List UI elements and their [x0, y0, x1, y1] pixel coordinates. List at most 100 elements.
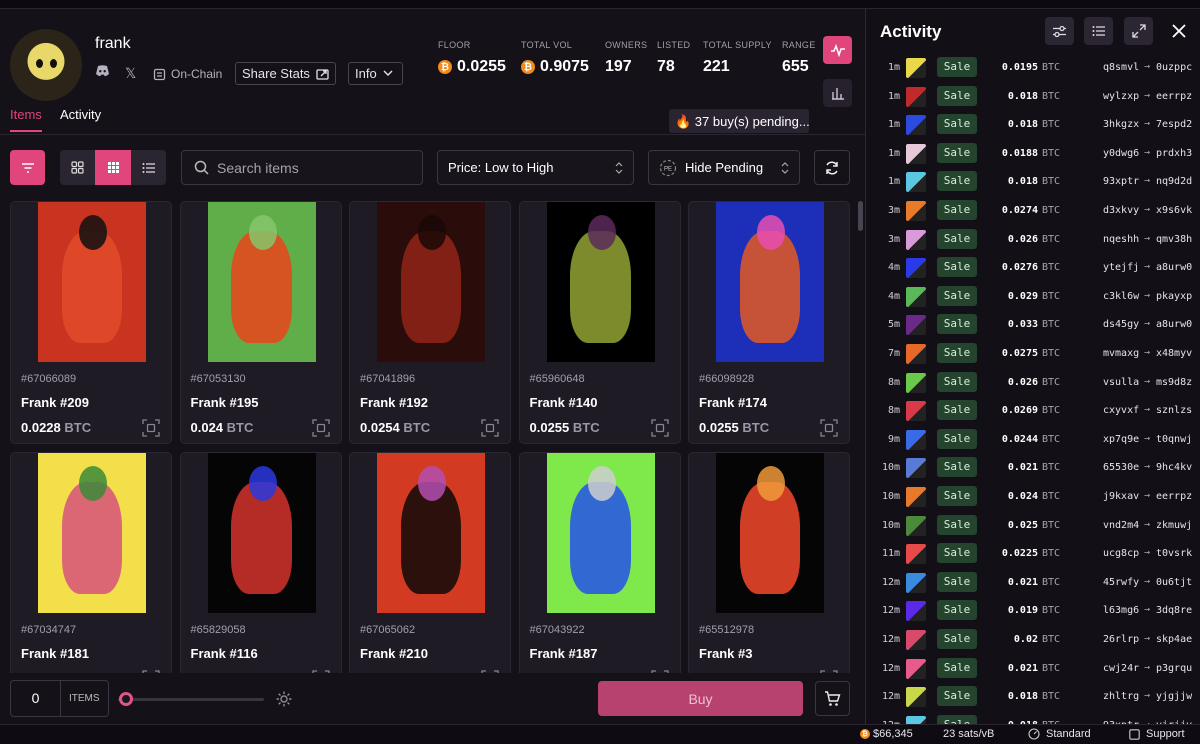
buyer-address[interactable]: zkmuwj [1156, 520, 1192, 531]
buyer-address[interactable]: t0qnwj [1156, 434, 1192, 445]
inspect-icon[interactable] [311, 670, 330, 673]
seller-address[interactable]: y0dwg6 [1103, 148, 1139, 159]
buyer-address[interactable]: 0uzppc [1156, 62, 1192, 73]
activity-row[interactable]: 3m Sale 0.0274 BTC d3xkvy → x9s6vk [866, 197, 1200, 225]
pending-filter-select[interactable]: PE Hide Pending [648, 150, 800, 185]
activity-row[interactable]: 9m Sale 0.0244 BTC xp7q9e → t0qnwj [866, 426, 1200, 454]
inspect-icon[interactable] [650, 670, 669, 673]
buyer-address[interactable]: qmv38h [1156, 234, 1192, 245]
activity-thumbnail[interactable] [906, 544, 926, 565]
item-artwork[interactable] [546, 453, 655, 613]
activity-row[interactable]: 1m Sale 0.018 BTC 3hkgzx → 7espd2 [866, 111, 1200, 139]
item-artwork[interactable] [207, 202, 316, 362]
discord-icon[interactable] [95, 65, 110, 80]
buyer-address[interactable]: skp4ae [1156, 634, 1192, 645]
inspect-icon[interactable] [142, 670, 160, 673]
buyer-address[interactable]: p3grqu [1156, 663, 1192, 674]
item-artwork[interactable] [377, 453, 485, 613]
inspect-icon[interactable] [820, 670, 838, 673]
activity-thumbnail[interactable] [906, 86, 926, 107]
activity-row[interactable]: 12mSale0.018BTC93xptr→vjrjjv [866, 712, 1200, 724]
activity-row[interactable]: 1m Sale 0.0188 BTC y0dwg6 → prdxh3 [866, 140, 1200, 168]
activity-thumbnail[interactable] [906, 229, 926, 250]
activity-row[interactable]: 3m Sale 0.026 BTC nqeshh → qmv38h [866, 226, 1200, 254]
item-artwork[interactable] [38, 453, 146, 613]
buyer-address[interactable]: a8urw0 [1156, 262, 1192, 273]
item-card[interactable]: #65512978 Frank #3 [688, 452, 850, 673]
activity-row[interactable]: 7m Sale 0.0275 BTC mvmaxg → x48myv [866, 340, 1200, 368]
activity-thumbnail[interactable] [906, 58, 926, 78]
seller-address[interactable]: 45rwfy [1103, 577, 1139, 588]
activity-thumbnail[interactable] [906, 515, 926, 536]
item-artwork[interactable] [716, 453, 824, 613]
cart-button[interactable] [815, 681, 850, 716]
seller-address[interactable]: j9kxav [1103, 491, 1139, 502]
activity-thumbnail[interactable] [906, 286, 926, 307]
filter-button[interactable] [10, 150, 45, 185]
seller-address[interactable]: d3xkvy [1103, 205, 1139, 216]
seller-address[interactable]: c3kl6w [1103, 291, 1139, 302]
seller-address[interactable]: nqeshh [1103, 234, 1139, 245]
info-dropdown[interactable]: Info [348, 62, 403, 85]
seller-address[interactable]: q8smvl [1103, 62, 1139, 73]
item-card[interactable]: #67043922 Frank #187 [518, 452, 681, 673]
activity-row[interactable]: 1m Sale 0.018 BTC 93xptr → nq9d2d [866, 168, 1200, 196]
item-card[interactable]: #67065062 Frank #210 [349, 452, 511, 673]
activity-thumbnail[interactable] [906, 401, 926, 422]
buyer-address[interactable]: eerrpz [1156, 91, 1192, 102]
inspect-icon[interactable] [142, 419, 160, 437]
tab-items[interactable]: Items [10, 107, 42, 132]
expand-button[interactable] [1124, 17, 1153, 45]
buyer-address[interactable]: nq9d2d [1156, 176, 1192, 187]
seller-address[interactable]: zhltrg [1103, 691, 1139, 702]
inspect-icon[interactable] [481, 670, 499, 673]
buyer-address[interactable]: sznlzs [1156, 405, 1192, 416]
item-artwork[interactable] [546, 202, 655, 362]
buyer-address[interactable]: prdxh3 [1156, 148, 1192, 159]
seller-address[interactable]: cxyvxf [1103, 405, 1139, 416]
sort-select[interactable]: Price: Low to High [437, 150, 634, 185]
activity-chart-toggle[interactable] [823, 36, 852, 64]
seller-address[interactable]: l63mg6 [1103, 605, 1139, 616]
grid-scrollbar[interactable] [858, 201, 863, 231]
activity-row[interactable]: 12m Sale 0.018 BTC zhltrg → yjgjjw [866, 683, 1200, 711]
activity-thumbnail[interactable] [906, 687, 926, 708]
seller-address[interactable]: 93xptr [1103, 176, 1139, 187]
activity-thumbnail[interactable] [906, 630, 926, 650]
seller-address[interactable]: cwj24r [1103, 663, 1139, 674]
activity-thumbnail[interactable] [906, 658, 926, 679]
item-card[interactable]: #66098928 Frank #174 0.0255 BTC [688, 201, 850, 444]
buyer-address[interactable]: ms9d8z [1156, 377, 1192, 388]
search-input[interactable]: Search items [217, 160, 299, 176]
quantity-box[interactable]: 0 ITEMS [10, 680, 109, 717]
activity-filter-button[interactable] [1045, 17, 1074, 45]
inspect-icon[interactable] [820, 419, 838, 437]
activity-row[interactable]: 1m Sale 0.0195 BTC q8smvl → 0uzppc [866, 54, 1200, 82]
activity-row[interactable]: 12m Sale 0.02 BTC 26rlrp → skp4ae [866, 626, 1200, 654]
activity-thumbnail[interactable] [906, 201, 926, 221]
buyer-address[interactable]: 9hc4kv [1156, 462, 1192, 473]
buyer-address[interactable]: x9s6vk [1156, 205, 1192, 216]
refresh-button[interactable] [814, 150, 850, 185]
activity-row[interactable]: 4m Sale 0.029 BTC c3kl6w → pkayxp [866, 283, 1200, 311]
activity-row[interactable]: 5m Sale 0.033 BTC ds45gy → a8urw0 [866, 311, 1200, 339]
item-artwork[interactable] [716, 202, 824, 362]
tab-activity[interactable]: Activity [60, 107, 101, 130]
seller-address[interactable]: 26rlrp [1103, 634, 1139, 645]
item-card[interactable]: #65829058 Frank #116 [179, 452, 342, 673]
close-button[interactable] [1164, 17, 1193, 45]
activity-row[interactable]: 1m Sale 0.018 BTC wylzxp → eerrpz [866, 83, 1200, 111]
seller-address[interactable]: 3hkgzx [1103, 119, 1139, 130]
buyer-address[interactable]: 0u6tjt [1156, 577, 1192, 588]
activity-row[interactable]: 8m Sale 0.0269 BTC cxyvxf → sznlzs [866, 397, 1200, 425]
inspect-icon[interactable] [481, 419, 499, 437]
buyer-address[interactable]: 7espd2 [1156, 119, 1192, 130]
buyer-address[interactable]: yjgjjw [1156, 691, 1192, 702]
grid-small-view-button[interactable] [95, 150, 131, 185]
seller-address[interactable]: mvmaxg [1103, 348, 1139, 359]
support-link[interactable]: Support [1129, 728, 1185, 740]
share-stats-button[interactable]: Share Stats [235, 62, 336, 85]
activity-thumbnail[interactable] [906, 429, 926, 450]
buyer-address[interactable]: eerrpz [1156, 491, 1192, 502]
item-card[interactable]: #65960648 Frank #140 0.0255 BTC [518, 201, 681, 444]
